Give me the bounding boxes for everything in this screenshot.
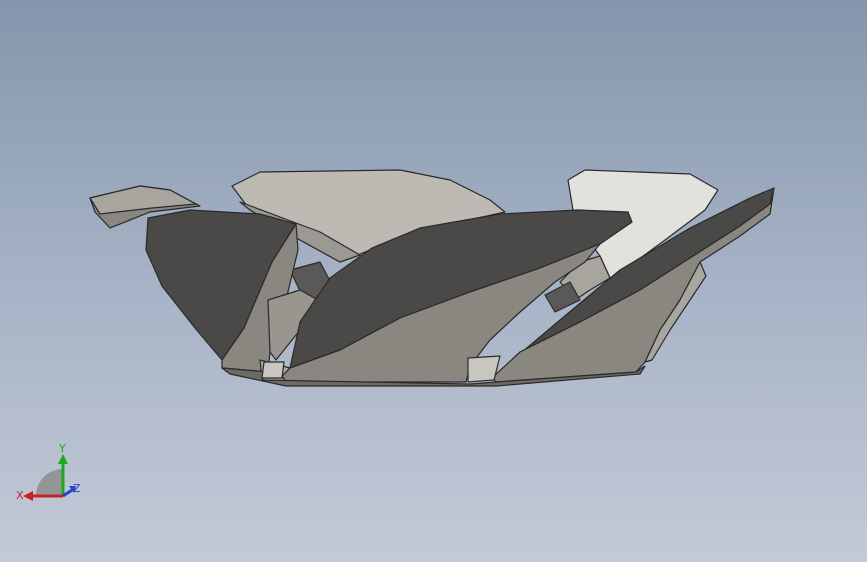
triad-y-arrow-icon (58, 454, 68, 464)
triad-y-label: Y (58, 442, 66, 455)
base-slot-left (261, 361, 285, 379)
triad-x-label: X (16, 489, 24, 502)
model-view[interactable] (0, 0, 867, 562)
reference-triad: X Y Z (16, 442, 81, 502)
triad-disc (36, 469, 63, 496)
triad-x-arrow-icon (23, 491, 33, 501)
graphics-viewport[interactable]: X Y Z (0, 0, 867, 562)
triad-z-label: Z (73, 482, 81, 495)
